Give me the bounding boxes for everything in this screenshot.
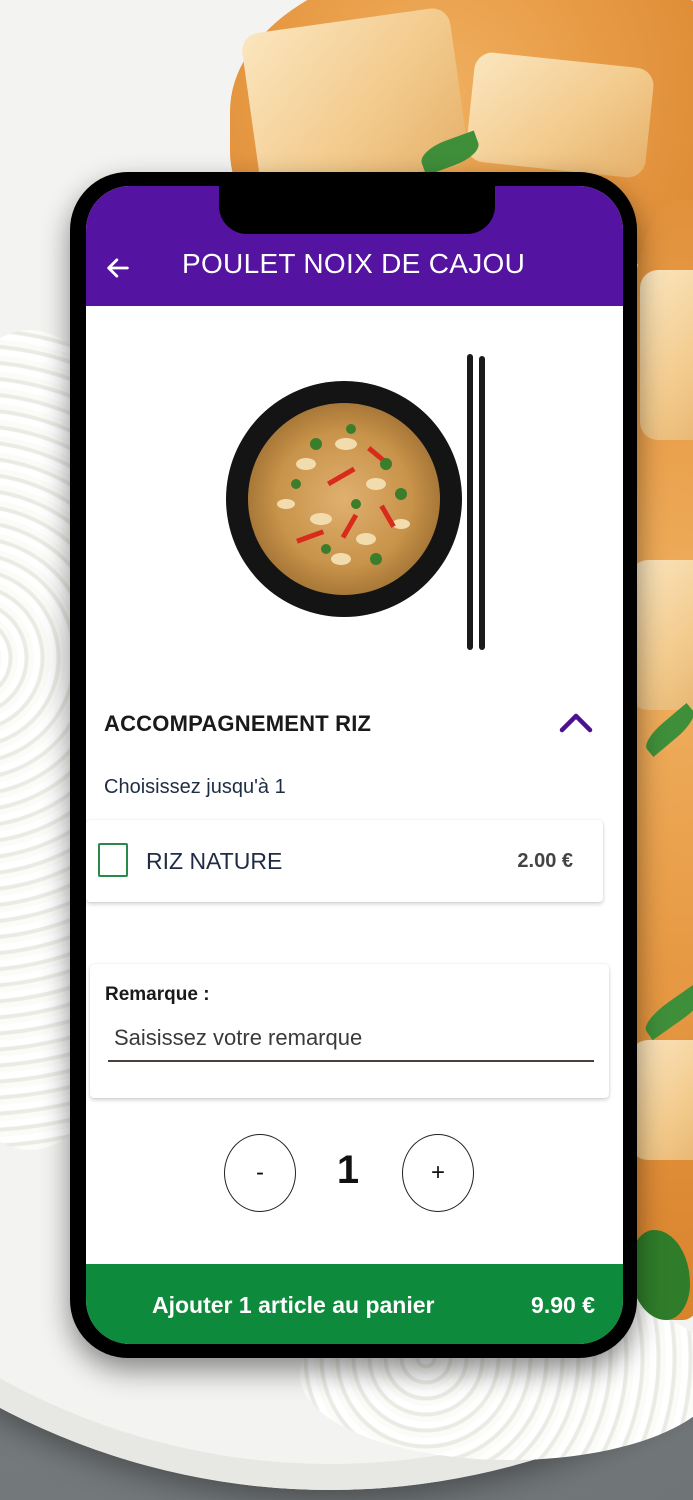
product-image (226, 334, 506, 654)
page-title: POULET NOIX DE CAJOU (182, 248, 526, 279)
add-to-cart-button[interactable]: Ajouter 1 article au panier 9.90 € (86, 1264, 623, 1344)
decrease-quantity-button[interactable]: - (224, 1134, 296, 1212)
app-screen: POULET NOIX DE CAJOU ACCOMPAGNEMENT RIZ … (86, 186, 623, 1344)
option-price: 2.00 € (517, 850, 573, 872)
selection-hint: Choisissez jusqu'à 1 (104, 776, 286, 798)
chicken-piece-image (630, 1040, 693, 1160)
back-button[interactable] (96, 246, 140, 290)
arrow-left-icon (107, 258, 129, 278)
add-to-cart-label: Ajouter 1 article au panier (152, 1292, 435, 1318)
section-title: ACCOMPAGNEMENT RIZ (104, 711, 372, 736)
add-to-cart-price: 9.90 € (531, 1292, 595, 1318)
chicken-piece-image (630, 560, 693, 710)
remark-input[interactable] (108, 1016, 594, 1062)
collapse-section-button[interactable] (556, 706, 596, 740)
quantity-value: 1 (336, 1148, 360, 1192)
remark-label: Remarque : (105, 984, 210, 1005)
option-item-riz-nature[interactable]: RIZ NATURE 2.00 € (86, 820, 603, 902)
chevron-up-icon (559, 713, 593, 733)
phone-frame: POULET NOIX DE CAJOU ACCOMPAGNEMENT RIZ … (70, 172, 637, 1358)
remark-card: Remarque : (90, 964, 609, 1098)
option-label: RIZ NATURE (146, 848, 283, 874)
phone-notch (219, 186, 495, 234)
chicken-piece-image (464, 50, 656, 180)
option-checkbox[interactable] (98, 843, 128, 877)
chicken-piece-image (640, 270, 693, 440)
increase-quantity-button[interactable]: + (402, 1134, 474, 1212)
